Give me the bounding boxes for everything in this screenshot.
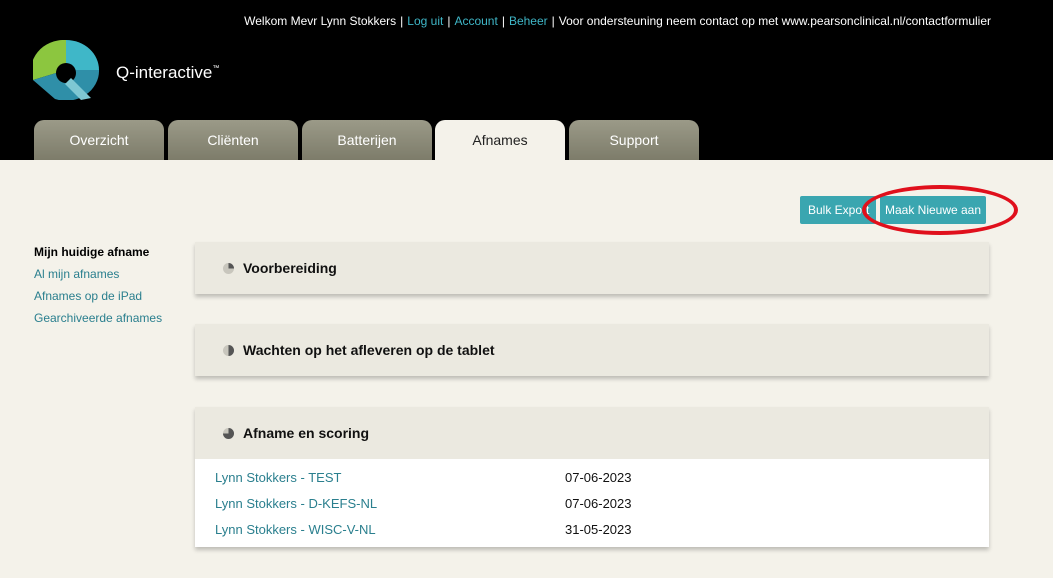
- bulk-export-button[interactable]: Bulk Export: [800, 196, 876, 224]
- assessment-link[interactable]: Lynn Stokkers - TEST: [195, 470, 565, 485]
- section-title: Wachten op het afleveren op de tablet: [243, 342, 495, 358]
- pie-quarter-icon: [223, 262, 234, 274]
- section-header[interactable]: Afname en scoring: [195, 407, 989, 459]
- sidebar-item-ipad[interactable]: Afnames op de iPad: [34, 288, 162, 310]
- section-header[interactable]: Wachten op het afleveren op de tablet: [195, 324, 989, 376]
- sidebar-item-archived[interactable]: Gearchiveerde afnames: [34, 310, 162, 332]
- assessment-date: 31-05-2023: [565, 521, 632, 537]
- section-title: Afname en scoring: [243, 425, 370, 441]
- assessment-date: 07-06-2023: [565, 469, 632, 485]
- section-title: Voorbereiding: [243, 260, 337, 276]
- brand-name: Q-interactive™: [116, 63, 220, 82]
- q-logo-icon: [33, 40, 99, 100]
- logout-link[interactable]: Log uit: [407, 14, 443, 28]
- assessment-date: 07-06-2023: [565, 495, 632, 511]
- table-row: Lynn Stokkers - D-KEFS-NL 07-06-2023: [195, 490, 989, 516]
- account-link[interactable]: Account: [454, 14, 497, 28]
- app-header: Welkom Mevr Lynn Stokkers | Log uit | Accoun…: [0, 0, 1053, 160]
- section-header[interactable]: Voorbereiding: [195, 242, 989, 294]
- tab-batterijen[interactable]: Batterijen: [302, 120, 432, 160]
- section-voorbereiding: Voorbereiding: [195, 242, 989, 294]
- tab-afnames[interactable]: Afnames: [435, 120, 565, 160]
- tab-clienten[interactable]: Cliënten: [168, 120, 298, 160]
- pie-half-icon: [223, 344, 234, 356]
- tab-overzicht[interactable]: Overzicht: [34, 120, 164, 160]
- tab-support[interactable]: Support: [569, 120, 699, 160]
- section-afname-scoring: Afname en scoring Lynn Stokkers - TEST 0…: [195, 407, 989, 547]
- assessment-link[interactable]: Lynn Stokkers - D-KEFS-NL: [195, 496, 565, 511]
- sidebar-item-current[interactable]: Mijn huidige afname: [34, 244, 162, 266]
- create-new-button[interactable]: Maak Nieuwe aan: [880, 196, 986, 224]
- side-navigation: Mijn huidige afname Al mijn afnames Afna…: [34, 244, 162, 332]
- top-bar: Welkom Mevr Lynn Stokkers | Log uit | Accoun…: [244, 14, 991, 28]
- assessment-link[interactable]: Lynn Stokkers - WISC-V-NL: [195, 522, 565, 537]
- table-row: Lynn Stokkers - TEST 07-06-2023: [195, 464, 989, 490]
- sidebar-item-all[interactable]: Al mijn afnames: [34, 266, 162, 288]
- assessment-list: Lynn Stokkers - TEST 07-06-2023 Lynn Sto…: [195, 459, 989, 547]
- admin-link[interactable]: Beheer: [509, 14, 548, 28]
- support-note: Voor ondersteuning neem contact op met w…: [558, 14, 991, 28]
- welcome-text: Welkom Mevr Lynn Stokkers: [244, 14, 397, 28]
- section-wachten: Wachten op het afleveren op de tablet: [195, 324, 989, 376]
- pie-three-quarter-icon: [223, 427, 234, 439]
- table-row: Lynn Stokkers - WISC-V-NL 31-05-2023: [195, 516, 989, 542]
